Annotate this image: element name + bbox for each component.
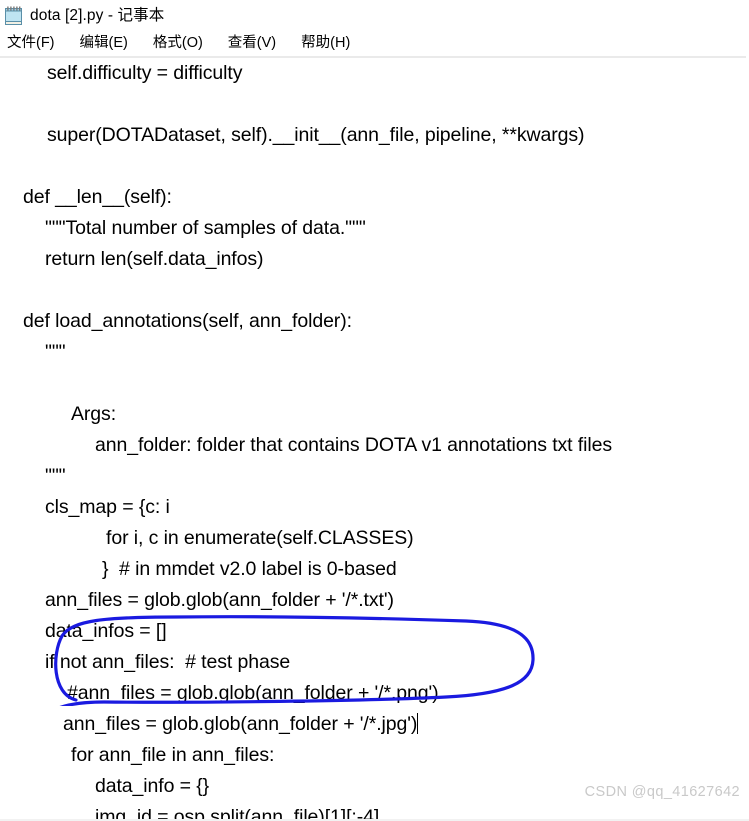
code-line-text: cls_map = {c: i	[45, 496, 170, 518]
code-lines-container[interactable]: self.difficulty = difficulty super(DOTADa…	[0, 58, 749, 821]
code-line[interactable]: data_infos = []	[0, 616, 749, 647]
code-line[interactable]	[0, 151, 749, 182]
code-line-text: #ann_files = glob.glob(ann_folder + '/*.…	[67, 682, 439, 704]
code-line[interactable]	[0, 368, 749, 399]
code-line-text: self.difficulty = difficulty	[47, 62, 243, 84]
window-title: dota [2].py - 记事本	[30, 6, 165, 24]
code-line[interactable]: for i, c in enumerate(self.CLASSES)	[0, 523, 749, 554]
code-line-text: ann_folder: folder that contains DOTA v1…	[95, 434, 612, 456]
menu-bar: 文件(F) 编辑(E) 格式(O) 查看(V) 帮助(H)	[0, 30, 749, 56]
code-line[interactable]: } # in mmdet v2.0 label is 0-based	[0, 554, 749, 585]
code-line-text: data_infos = []	[45, 620, 167, 642]
code-line[interactable]: #ann_files = glob.glob(ann_folder + '/*.…	[0, 678, 749, 709]
code-line-text: super(DOTADataset, self).__init__(ann_fi…	[47, 124, 585, 146]
code-line[interactable]: cls_map = {c: i	[0, 492, 749, 523]
code-line-text: ann_files = glob.glob(ann_folder + '/*.t…	[45, 589, 394, 611]
code-line[interactable]: """	[0, 461, 749, 492]
code-line[interactable]: def load_annotations(self, ann_folder):	[0, 306, 749, 337]
title-bar: dota [2].py - 记事本	[0, 0, 749, 30]
code-line[interactable]	[0, 275, 749, 306]
code-line-text: data_info = {}	[95, 775, 210, 797]
code-line-text: Args:	[71, 403, 117, 425]
code-line-text: """	[45, 341, 66, 363]
text-caret	[417, 713, 419, 734]
code-line[interactable]: ann_files = glob.glob(ann_folder + '/*.j…	[0, 709, 749, 740]
menu-item-help[interactable]: 帮助(H)	[298, 33, 353, 53]
code-line-text: } # in mmdet v2.0 label is 0-based	[102, 558, 397, 580]
code-line[interactable]: for ann_file in ann_files:	[0, 740, 749, 771]
code-line[interactable]: """Total number of samples of data."""	[0, 213, 749, 244]
text-editor-area[interactable]: self.difficulty = difficulty super(DOTADa…	[0, 58, 749, 821]
code-line-text: def load_annotations(self, ann_folder):	[23, 310, 352, 332]
code-line[interactable]: return len(self.data_infos)	[0, 244, 749, 275]
code-line[interactable]	[0, 89, 749, 120]
code-line-text: for ann_file in ann_files:	[71, 744, 275, 766]
code-line-text: for i, c in enumerate(self.CLASSES)	[106, 527, 414, 549]
code-line[interactable]: super(DOTADataset, self).__init__(ann_fi…	[0, 120, 749, 151]
code-line[interactable]: ann_files = glob.glob(ann_folder + '/*.t…	[0, 585, 749, 616]
code-line[interactable]: self.difficulty = difficulty	[0, 58, 749, 89]
menu-item-view[interactable]: 查看(V)	[225, 33, 279, 53]
code-line-text: """Total number of samples of data."""	[45, 217, 366, 239]
code-line[interactable]: if not ann_files: # test phase	[0, 647, 749, 678]
csdn-watermark: CSDN @qq_41627642	[584, 784, 740, 800]
code-line-text: ann_files = glob.glob(ann_folder + '/*.j…	[63, 713, 418, 735]
code-line[interactable]: def __len__(self):	[0, 182, 749, 213]
code-line[interactable]: ann_folder: folder that contains DOTA v1…	[0, 430, 749, 461]
menu-item-edit[interactable]: 编辑(E)	[77, 33, 131, 53]
code-line-text: return len(self.data_infos)	[45, 248, 264, 270]
code-line-text: def __len__(self):	[23, 186, 172, 208]
code-line[interactable]: """	[0, 337, 749, 368]
code-line-text: """	[45, 465, 66, 487]
notepad-window: dota [2].py - 记事本 文件(F) 编辑(E) 格式(O) 查看(V…	[0, 0, 749, 821]
code-line-text: if not ann_files: # test phase	[45, 651, 291, 673]
code-line[interactable]: Args:	[0, 399, 749, 430]
menu-item-file[interactable]: 文件(F)	[4, 33, 58, 53]
menu-item-format[interactable]: 格式(O)	[150, 33, 206, 53]
notepad-icon	[4, 5, 24, 26]
